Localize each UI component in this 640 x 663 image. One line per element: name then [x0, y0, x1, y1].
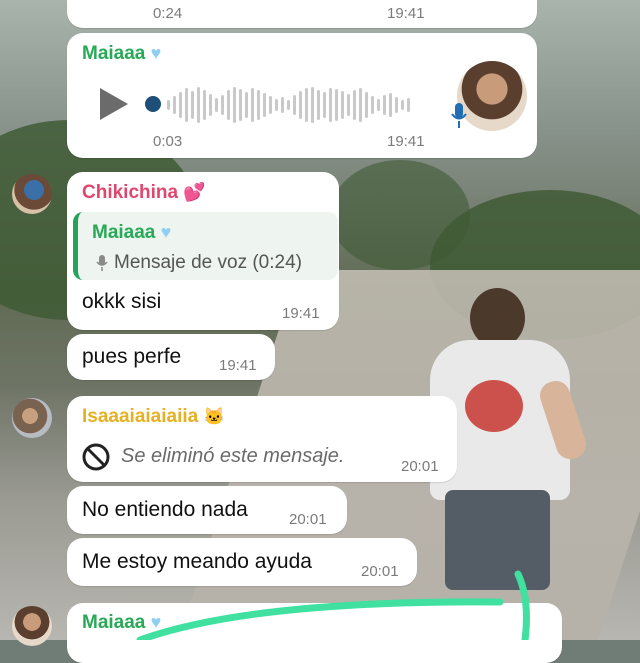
sender-name: Isaaaiaiaiaiia 🐱 — [82, 406, 225, 428]
waveform-bar — [209, 94, 212, 116]
voice-waveform[interactable] — [167, 85, 410, 125]
waveform-bar — [203, 90, 206, 120]
avatar[interactable] — [12, 174, 52, 214]
waveform-bar — [281, 97, 284, 113]
waveform-bar — [179, 92, 182, 118]
message-text: pues perfe — [82, 345, 182, 368]
waveform-bar — [311, 87, 314, 123]
voice-duration: 0:24 — [153, 5, 183, 22]
waveform-bar — [407, 98, 410, 112]
voice-duration: 0:03 — [153, 133, 183, 150]
message-bubble[interactable]: No entiendo nada 20:01 — [67, 486, 347, 534]
waveform-bar — [329, 88, 332, 122]
waveform-bar — [365, 92, 368, 118]
waveform-bar — [239, 89, 242, 121]
waveform-bar — [383, 95, 386, 115]
waveform-bar — [299, 91, 302, 119]
microphone-icon — [451, 103, 467, 128]
sender-name: Maiaaa ♥ — [82, 43, 161, 65]
light-blue-heart-icon: ♥ — [160, 222, 172, 242]
waveform-bar — [359, 88, 362, 122]
cat-emoji-icon: 🐱 — [203, 407, 225, 426]
message-bubble[interactable]: Chikichina 💕 Maiaaa ♥ Mensaje de voz (0:… — [67, 172, 339, 330]
waveform-bar — [251, 88, 254, 122]
waveform-bar — [377, 99, 380, 111]
waveform-bar — [257, 90, 260, 120]
sender-name-text: Chikichina — [82, 182, 179, 203]
waveform-bar — [275, 99, 278, 111]
message-time: 19:41 — [282, 305, 320, 322]
waveform-bar — [401, 100, 404, 110]
waveform-bar — [305, 88, 308, 122]
waveform-bar — [215, 98, 218, 112]
waveform-bar — [197, 87, 200, 123]
blocked-icon — [82, 443, 110, 471]
waveform-bar — [371, 96, 374, 114]
play-icon[interactable] — [100, 88, 128, 120]
message-time: 20:01 — [401, 458, 439, 475]
waveform-bar — [167, 100, 170, 110]
deleted-message-bubble[interactable]: Isaaaiaiaiaiia 🐱 Se eliminó este mensaje… — [67, 396, 457, 482]
waveform-bar — [341, 91, 344, 119]
message-bubble-top[interactable]: 0:24 19:41 — [67, 0, 537, 28]
voice-message-bubble[interactable]: Maiaaa ♥ 0:03 19:41 — [67, 33, 537, 158]
message-bubble[interactable]: pues perfe 19:41 — [67, 334, 275, 380]
deleted-message-text: Se eliminó este mensaje. — [121, 445, 345, 467]
message-text: okkk sisi — [82, 290, 162, 313]
waveform-bar — [353, 90, 356, 120]
waveform-bar — [245, 92, 248, 118]
waveform-bar — [317, 90, 320, 120]
microphone-icon — [96, 255, 108, 271]
sender-name: Chikichina 💕 — [82, 182, 206, 204]
waveform-bar — [185, 88, 188, 122]
avatar[interactable] — [12, 606, 52, 646]
waveform-bar — [227, 90, 230, 120]
wallpaper-person-head — [470, 288, 525, 348]
wallpaper-tree — [330, 160, 470, 270]
waveform-bar — [287, 100, 290, 110]
sender-name-text: Maiaaa — [82, 43, 146, 64]
message-time: 19:41 — [387, 133, 425, 150]
quoted-text: Mensaje de voz (0:24) — [114, 252, 302, 273]
waveform-bar — [347, 94, 350, 116]
waveform-bar — [173, 96, 176, 114]
quoted-message[interactable]: Maiaaa ♥ Mensaje de voz (0:24) — [73, 212, 338, 280]
pink-hearts-icon: 💕 — [183, 182, 206, 202]
waveform-bar — [191, 91, 194, 119]
waveform-bar — [233, 87, 236, 123]
voice-progress-handle[interactable] — [145, 96, 161, 112]
avatar[interactable] — [12, 398, 52, 438]
sender-name-text: Isaaaiaiaiaiia — [82, 406, 199, 427]
message-text: No entiendo nada — [82, 498, 248, 521]
message-time: 19:41 — [387, 5, 425, 22]
message-time: 19:41 — [219, 357, 257, 374]
annotation-stroke — [136, 570, 530, 640]
waveform-bar — [323, 92, 326, 118]
waveform-bar — [221, 95, 224, 115]
waveform-bar — [293, 95, 296, 115]
waveform-bar — [389, 93, 392, 117]
wallpaper-shirt-logo — [465, 380, 523, 432]
quoted-sender-text: Maiaaa — [92, 222, 156, 243]
waveform-bar — [395, 97, 398, 113]
waveform-bar — [335, 89, 338, 121]
quoted-sender: Maiaaa ♥ — [92, 222, 171, 244]
waveform-bar — [263, 93, 266, 117]
light-blue-heart-icon: ♥ — [150, 43, 162, 63]
waveform-bar — [269, 96, 272, 114]
message-time: 20:01 — [289, 511, 327, 528]
